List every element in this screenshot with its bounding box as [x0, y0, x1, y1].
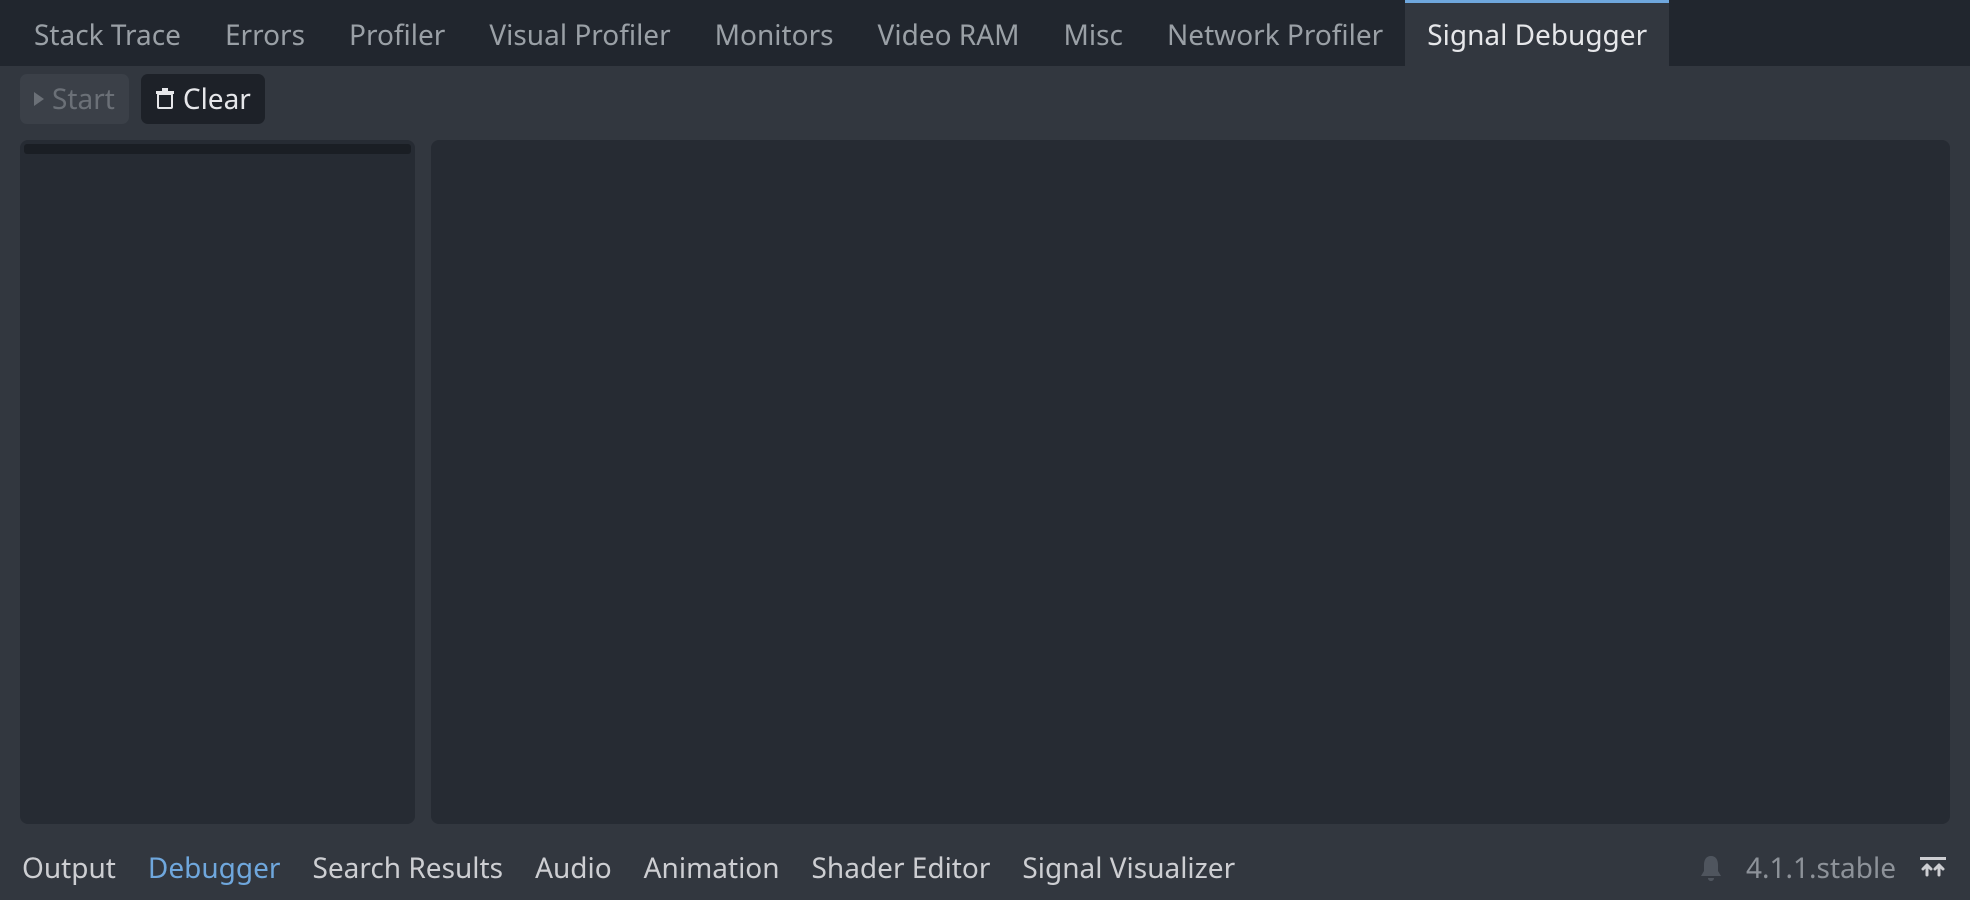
- tab-label: Stack Trace: [34, 16, 181, 54]
- tab-label: Profiler: [349, 16, 445, 54]
- bottom-tab-debugger[interactable]: Debugger: [148, 849, 281, 887]
- clear-icon: [155, 88, 175, 110]
- status-right: 4.1.1.stable: [1698, 849, 1948, 887]
- signal-list-header: [24, 144, 411, 154]
- signal-list-panel[interactable]: [20, 140, 415, 824]
- start-button[interactable]: Start: [20, 74, 129, 124]
- tab-label: Video RAM: [878, 16, 1020, 54]
- start-button-label: Start: [52, 80, 115, 118]
- tab-label: Shader Editor: [812, 849, 991, 887]
- tab-video-ram[interactable]: Video RAM: [856, 0, 1042, 66]
- tab-label: Animation: [644, 849, 780, 887]
- tab-errors[interactable]: Errors: [203, 0, 327, 66]
- tab-visual-profiler[interactable]: Visual Profiler: [467, 0, 692, 66]
- tab-label: Monitors: [715, 16, 834, 54]
- bottom-tab-search-results[interactable]: Search Results: [312, 849, 503, 887]
- bottom-tab-output[interactable]: Output: [22, 849, 116, 887]
- play-icon: [34, 92, 44, 106]
- clear-button[interactable]: Clear: [141, 74, 265, 124]
- bottom-tab-animation[interactable]: Animation: [644, 849, 780, 887]
- tab-label: Visual Profiler: [489, 16, 670, 54]
- tab-stack-trace[interactable]: Stack Trace: [12, 0, 203, 66]
- bottom-panel-tabs: Output Debugger Search Results Audio Ani…: [22, 849, 1698, 887]
- debugger-top-tabs: Stack Trace Errors Profiler Visual Profi…: [0, 0, 1970, 66]
- bottom-tab-audio[interactable]: Audio: [535, 849, 612, 887]
- tab-label: Search Results: [312, 849, 503, 887]
- signal-debugger-toolbar: Start Clear: [0, 66, 1970, 132]
- expand-panel-icon[interactable]: [1918, 855, 1948, 881]
- tab-label: Misc: [1064, 16, 1123, 54]
- notification-bell-icon[interactable]: [1698, 854, 1724, 882]
- tab-label: Debugger: [148, 849, 281, 887]
- tab-label: Signal Debugger: [1427, 16, 1647, 54]
- clear-button-label: Clear: [183, 80, 251, 118]
- tab-label: Network Profiler: [1167, 16, 1383, 54]
- tab-label: Output: [22, 849, 116, 887]
- bottom-tab-signal-visualizer[interactable]: Signal Visualizer: [1022, 849, 1235, 887]
- tab-monitors[interactable]: Monitors: [693, 0, 856, 66]
- bottom-panel-bar: Output Debugger Search Results Audio Ani…: [0, 836, 1970, 900]
- tab-misc[interactable]: Misc: [1042, 0, 1145, 66]
- signal-detail-panel[interactable]: [431, 140, 1950, 824]
- tab-label: Audio: [535, 849, 612, 887]
- app-root: Stack Trace Errors Profiler Visual Profi…: [0, 0, 1970, 900]
- tab-label: Signal Visualizer: [1022, 849, 1235, 887]
- bottom-tab-shader-editor[interactable]: Shader Editor: [812, 849, 991, 887]
- version-label: 4.1.1.stable: [1746, 849, 1896, 887]
- tab-signal-debugger[interactable]: Signal Debugger: [1405, 0, 1669, 66]
- tab-network-profiler[interactable]: Network Profiler: [1145, 0, 1405, 66]
- signal-debugger-content: [0, 132, 1970, 836]
- tab-label: Errors: [225, 16, 305, 54]
- tab-profiler[interactable]: Profiler: [327, 0, 467, 66]
